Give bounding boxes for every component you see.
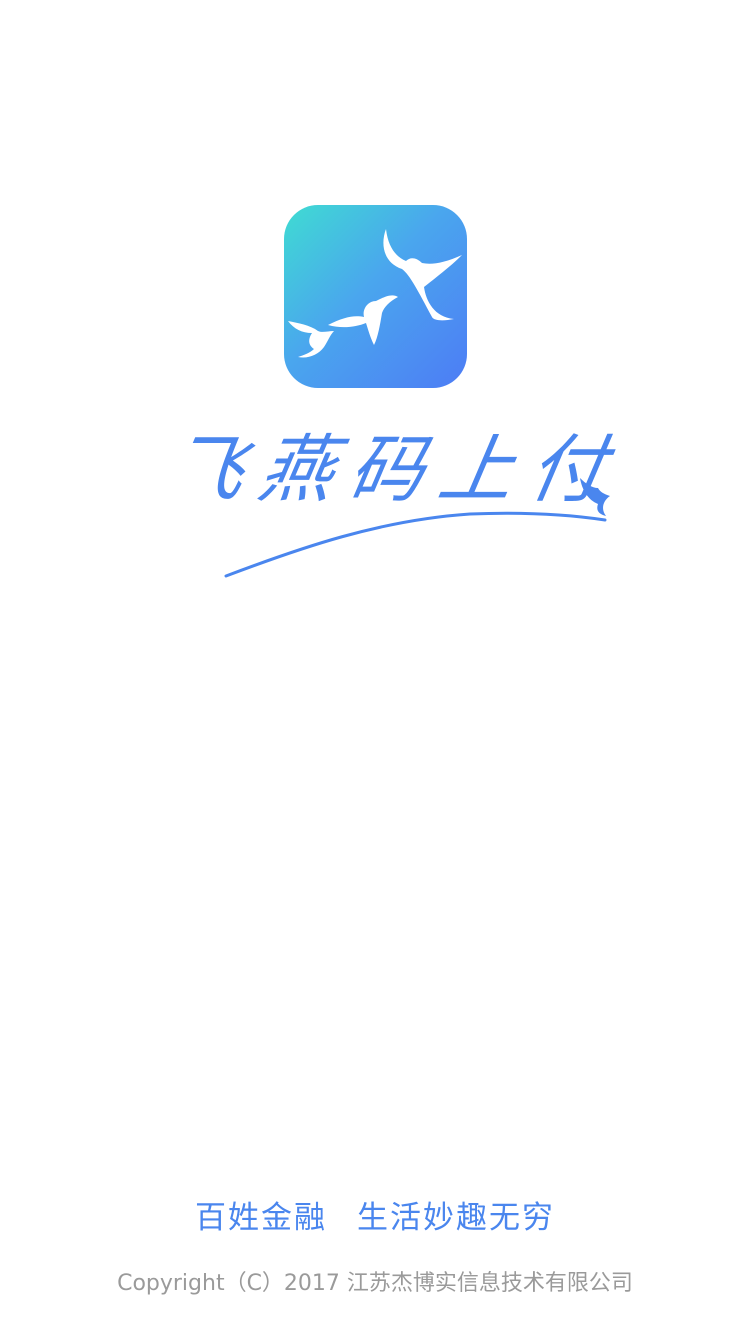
swallow-icon: [580, 478, 610, 516]
slogan-left: 百姓金融: [195, 1200, 327, 1236]
slogan-right: 生活妙趣无穷: [357, 1200, 555, 1236]
copyright-text: Copyright（C）2017 江苏杰博实信息技术有限公司: [117, 1271, 633, 1296]
slogan: 百姓金融 生活妙趣无穷: [0, 1196, 750, 1240]
logotype-swash: [224, 478, 610, 578]
